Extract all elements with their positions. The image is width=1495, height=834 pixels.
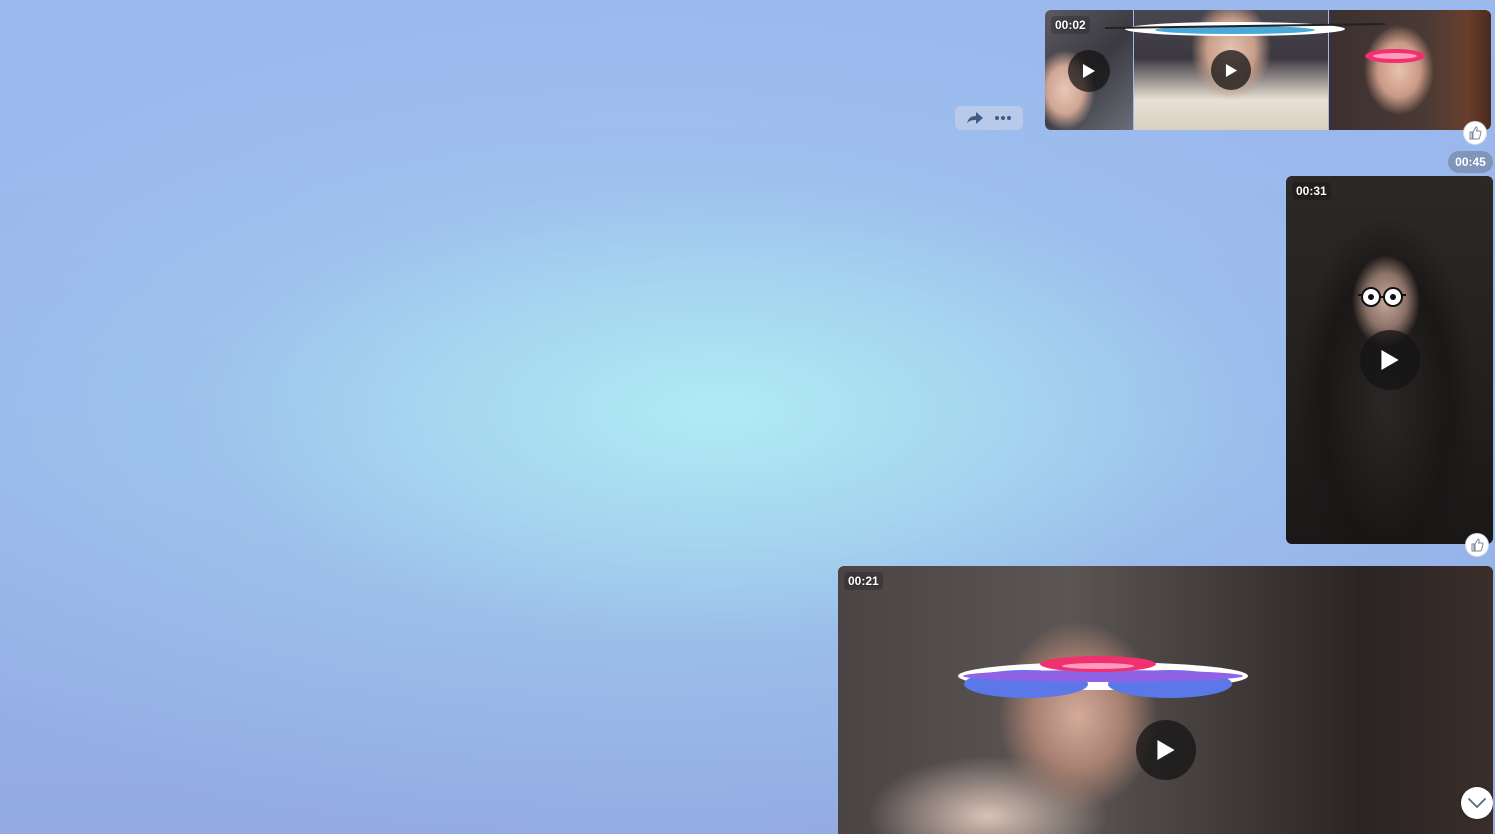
chevron-down-icon bbox=[1468, 798, 1486, 808]
play-icon bbox=[1157, 740, 1175, 760]
time-badge: 00:45 bbox=[1448, 151, 1493, 173]
sticker bbox=[1365, 49, 1425, 63]
play-icon bbox=[1083, 64, 1095, 78]
sticker bbox=[958, 656, 1248, 698]
video-album: 00:02 bbox=[1045, 10, 1491, 130]
message-actions bbox=[955, 106, 1023, 130]
video-duration: 00:02 bbox=[1051, 16, 1090, 34]
video-message[interactable]: 00:31 bbox=[1286, 176, 1493, 544]
share-icon[interactable] bbox=[966, 111, 984, 125]
more-icon[interactable] bbox=[994, 115, 1012, 121]
video-message[interactable]: 00:21 bbox=[838, 566, 1493, 834]
like-button[interactable] bbox=[1465, 533, 1489, 557]
like-button[interactable] bbox=[1463, 121, 1487, 145]
play-button[interactable] bbox=[1136, 720, 1196, 780]
video-duration: 00:31 bbox=[1292, 182, 1331, 200]
play-button[interactable] bbox=[1068, 50, 1110, 92]
play-button[interactable] bbox=[1211, 50, 1251, 90]
video-duration: 00:21 bbox=[844, 572, 883, 590]
thumbs-up-icon bbox=[1469, 126, 1482, 140]
thumbs-up-icon bbox=[1471, 538, 1484, 552]
play-icon bbox=[1225, 63, 1237, 77]
scroll-to-bottom-button[interactable] bbox=[1461, 787, 1493, 819]
play-button[interactable] bbox=[1360, 330, 1420, 390]
sticker bbox=[1358, 287, 1406, 307]
play-icon bbox=[1381, 350, 1399, 370]
sticker bbox=[1105, 22, 1386, 36]
